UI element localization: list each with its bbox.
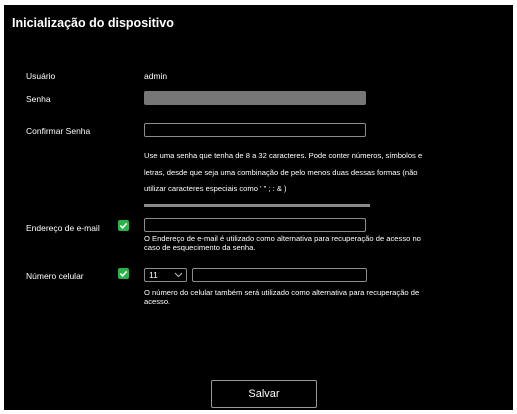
- phone-label: Número celular: [26, 271, 84, 281]
- password-rules-line-3: utilizar caracteres especiais como ' " ;…: [144, 184, 287, 193]
- confirm-password-input[interactable]: [144, 123, 366, 137]
- phone-checkbox[interactable]: [118, 268, 129, 279]
- user-value: admin: [144, 71, 168, 81]
- confirm-password-label: Confirmar Senha: [26, 126, 91, 136]
- email-help-line-1: O Endereço de e-mail é utilizado como al…: [144, 234, 421, 243]
- password-input[interactable]: [144, 91, 366, 105]
- password-rules-line-2: letras, desde que seja uma combinação de…: [144, 168, 418, 177]
- save-button[interactable]: Salvar: [211, 380, 317, 408]
- email-help-line-2: caso de esquecimento da senha.: [144, 243, 256, 252]
- password-rules-line-1: Use uma senha que tenha de 8 a 32 caract…: [144, 151, 423, 160]
- email-checkbox[interactable]: [118, 220, 129, 231]
- password-label: Senha: [26, 94, 51, 104]
- email-label: Endereço de e-mail: [26, 223, 100, 233]
- email-input[interactable]: [144, 218, 366, 232]
- check-icon: [119, 222, 128, 229]
- password-strength-bar: [144, 204, 370, 207]
- dialog-title: Inicialização do dispositivo: [12, 16, 174, 30]
- device-init-dialog: Inicialização do dispositivo Usuário adm…: [4, 5, 513, 410]
- phone-help-line-1: O número do celular também será utilizad…: [144, 288, 420, 297]
- user-label: Usuário: [26, 71, 56, 81]
- country-code-select[interactable]: 11: [144, 268, 187, 282]
- country-code-value: 11: [149, 270, 158, 280]
- phone-number-input[interactable]: [192, 268, 367, 282]
- chevron-down-icon: [174, 272, 183, 278]
- phone-help-line-2: acesso.: [144, 297, 171, 306]
- check-icon: [119, 270, 128, 277]
